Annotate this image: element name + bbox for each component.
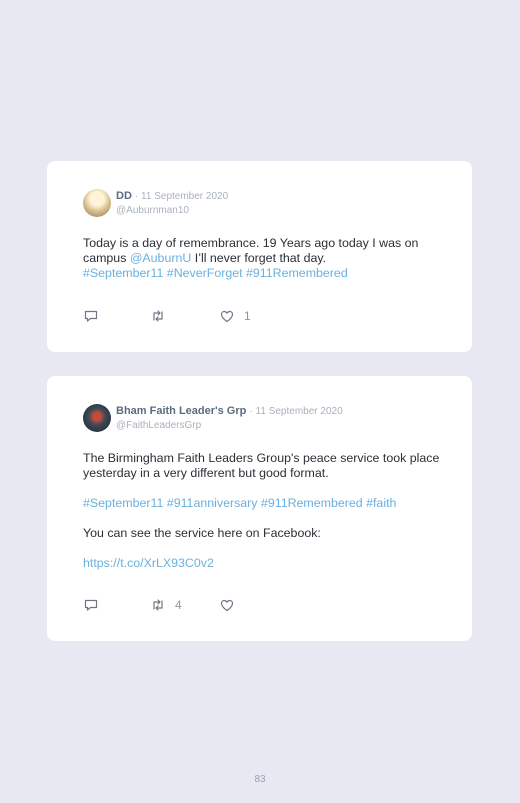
retweet-count: 4 xyxy=(175,598,182,612)
avatar[interactable] xyxy=(83,189,111,217)
author-name[interactable]: Bham Faith Leader's Grp xyxy=(116,405,246,417)
tweet-actions: 4 xyxy=(83,597,283,613)
tweet-paragraph: The Birmingham Faith Leaders Group's pea… xyxy=(83,451,440,480)
page-number: 83 xyxy=(254,774,266,785)
tweet-date: · 11 September 2020 xyxy=(134,191,229,202)
reply-icon xyxy=(84,310,98,322)
reply-button[interactable] xyxy=(83,308,108,324)
url-link[interactable]: https://t.co/XrLX93C0v2 xyxy=(83,556,443,571)
avatar[interactable] xyxy=(83,404,111,432)
tweet-header: Bham Faith Leader's Grp · 11 September 2… xyxy=(116,404,343,432)
tweet-actions: 1 xyxy=(83,308,283,324)
tweet-card: Bham Faith Leader's Grp · 11 September 2… xyxy=(47,376,472,641)
tweet-paragraph: You can see the service here on Facebook… xyxy=(83,526,321,540)
retweet-button[interactable] xyxy=(150,308,175,324)
tweet-header: DD · 11 September 2020 @Auburnman10 xyxy=(116,189,228,217)
mention-link[interactable]: @AuburnU xyxy=(130,251,191,265)
author-handle[interactable]: @Auburnman10 xyxy=(116,204,228,217)
hashtag-links[interactable]: #September11 #911anniversary #911Remembe… xyxy=(83,496,443,511)
like-button[interactable] xyxy=(219,597,244,613)
tweet-date: · 11 September 2020 xyxy=(249,406,343,417)
hashtag-links[interactable]: #September11 #NeverForget #911Remembered xyxy=(83,266,348,280)
retweet-button[interactable]: 4 xyxy=(150,597,182,613)
tweet-text-part: I’ll never forget that day. xyxy=(191,251,327,265)
author-name[interactable]: DD xyxy=(116,190,132,202)
reply-button[interactable] xyxy=(83,597,108,613)
tweet-text: The Birmingham Faith Leaders Group's pea… xyxy=(83,451,443,571)
reply-icon xyxy=(84,599,98,611)
like-button[interactable]: 1 xyxy=(219,308,251,324)
author-handle[interactable]: @FaithLeadersGrp xyxy=(116,419,343,432)
tweet-card: DD · 11 September 2020 @Auburnman10 Toda… xyxy=(47,161,472,352)
like-icon xyxy=(220,599,234,612)
retweet-icon xyxy=(153,310,163,322)
tweet-text: Today is a day of remembrance. 19 Years … xyxy=(83,236,443,281)
like-icon xyxy=(220,310,234,323)
retweet-icon xyxy=(153,599,163,611)
like-count: 1 xyxy=(244,309,251,323)
